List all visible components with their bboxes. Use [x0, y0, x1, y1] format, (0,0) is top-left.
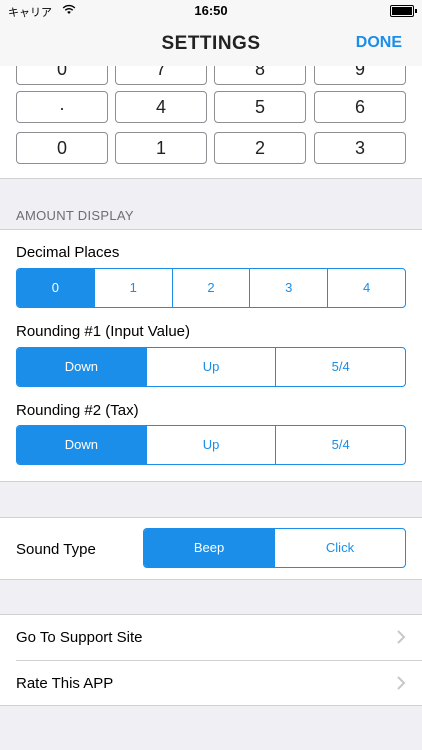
keypad-key[interactable]: 6	[314, 91, 406, 123]
keypad-key[interactable]: 0	[16, 132, 108, 164]
rounding2-down[interactable]: Down	[17, 426, 147, 464]
rounding2-label: Rounding #2 (Tax)	[16, 402, 139, 419]
chevron-right-icon	[397, 630, 406, 644]
sound-type-label: Sound Type	[16, 541, 96, 558]
keypad-key[interactable]: 3	[314, 132, 406, 164]
rounding1-label: Rounding #1 (Input Value)	[16, 323, 191, 340]
support-site-row[interactable]: Go To Support Site	[0, 615, 422, 661]
sound-option-click[interactable]: Click	[275, 529, 405, 567]
keypad-layout-section: 0 7 8 9 . 4 5 6 0 1 2 3	[0, 66, 422, 179]
keypad-key[interactable]: 1	[115, 132, 207, 164]
sound-type-control: Beep Click	[143, 528, 406, 568]
keypad-key[interactable]: 7	[115, 66, 207, 85]
amount-display-section: Decimal Places 0 1 2 3 4 Rounding #1 (In…	[0, 229, 422, 482]
navigation-bar: SETTINGS DONE	[0, 22, 422, 67]
rounding1-54[interactable]: 5/4	[276, 348, 405, 386]
keypad-key[interactable]: 9	[314, 66, 406, 85]
rounding1-down[interactable]: Down	[17, 348, 147, 386]
decimal-option-2[interactable]: 2	[173, 269, 251, 307]
keypad-key[interactable]: 2	[214, 132, 306, 164]
battery-icon	[390, 5, 417, 17]
sound-option-beep[interactable]: Beep	[144, 529, 275, 567]
decimal-option-0[interactable]: 0	[17, 269, 95, 307]
decimal-places-label: Decimal Places	[16, 244, 120, 261]
keypad-key[interactable]: 5	[214, 91, 306, 123]
chevron-right-icon	[397, 676, 406, 690]
rate-app-row[interactable]: Rate This APP	[0, 661, 422, 706]
rate-app-label: Rate This APP	[16, 675, 114, 692]
amount-display-header: AMOUNT DISPLAY	[16, 208, 134, 223]
status-time: 16:50	[194, 3, 228, 18]
decimal-places-control: 0 1 2 3 4	[16, 268, 406, 308]
rounding2-up[interactable]: Up	[147, 426, 277, 464]
decimal-option-4[interactable]: 4	[328, 269, 405, 307]
rounding2-54[interactable]: 5/4	[276, 426, 405, 464]
sound-type-section: Sound Type Beep Click	[0, 517, 422, 580]
links-section: Go To Support Site Rate This APP	[0, 614, 422, 706]
status-bar: キャリア 16:50	[0, 0, 422, 22]
keypad-key[interactable]: .	[16, 91, 108, 123]
rounding2-control: Down Up 5/4	[16, 425, 406, 465]
keypad-key[interactable]: 0	[16, 66, 108, 85]
done-button[interactable]: DONE	[356, 34, 402, 52]
keypad-key[interactable]: 4	[115, 91, 207, 123]
decimal-option-3[interactable]: 3	[250, 269, 329, 307]
rounding1-control: Down Up 5/4	[16, 347, 406, 387]
keypad-key[interactable]: 8	[214, 66, 306, 85]
support-site-label: Go To Support Site	[16, 629, 143, 646]
rounding1-up[interactable]: Up	[147, 348, 277, 386]
decimal-option-1[interactable]: 1	[95, 269, 173, 307]
